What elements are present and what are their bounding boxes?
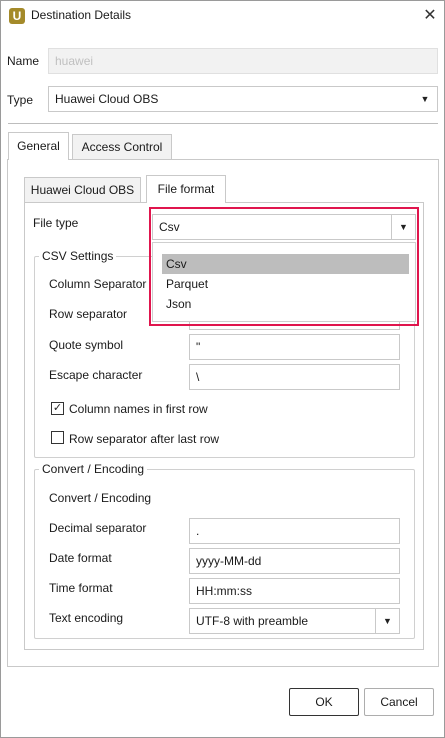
window-title: Destination Details — [31, 8, 132, 22]
name-label: Name — [7, 54, 40, 68]
convert-encoding-subtitle: Convert / Encoding — [49, 491, 152, 505]
text-encoding-label: Text encoding — [49, 611, 124, 625]
dropdown-option-json[interactable]: Json — [162, 294, 409, 314]
date-format-label: Date format — [49, 551, 112, 565]
column-names-label: Column names in first row — [69, 402, 208, 416]
dropdown-option-parquet[interactable]: Parquet — [162, 274, 409, 294]
name-input[interactable]: huawei — [48, 48, 438, 74]
column-separator-label: Column Separator — [49, 277, 147, 291]
app-icon: U — [9, 8, 25, 24]
row-separator-after-last-label: Row separator after last row — [69, 432, 220, 446]
ok-button[interactable]: OK — [289, 688, 359, 716]
divider — [8, 123, 438, 124]
convert-encoding-title: Convert / Encoding — [39, 462, 148, 476]
date-format-input[interactable]: yyyy-MM-dd — [189, 548, 400, 574]
file-type-select-value: Csv — [159, 220, 180, 234]
row-separator-label: Row separator — [49, 307, 128, 321]
column-names-checkbox[interactable]: ✓ — [51, 402, 64, 415]
time-format-label: Time format — [49, 581, 113, 595]
chevron-down-icon[interactable]: ▼ — [413, 87, 437, 111]
text-encoding-select[interactable]: UTF-8 with preamble ▼ — [189, 608, 400, 634]
type-select-value: Huawei Cloud OBS — [55, 92, 159, 106]
row-separator-after-last-checkbox[interactable] — [51, 431, 64, 444]
quote-symbol-label: Quote symbol — [49, 338, 124, 352]
quote-symbol-input[interactable]: " — [189, 334, 400, 360]
escape-character-label: Escape character — [49, 368, 143, 382]
tab-file-format[interactable]: File format — [146, 175, 226, 203]
csv-settings-title: CSV Settings — [39, 249, 117, 263]
tab-general[interactable]: General — [8, 132, 69, 160]
escape-character-input[interactable]: \ — [189, 364, 400, 390]
file-type-dropdown-list: Csv Parquet Json — [152, 242, 416, 322]
chevron-down-icon[interactable]: ▼ — [391, 215, 415, 239]
decimal-separator-input[interactable]: . — [189, 518, 400, 544]
decimal-separator-label: Decimal separator — [49, 521, 147, 535]
type-label: Type — [7, 93, 34, 107]
close-icon[interactable]: ✕ — [418, 4, 442, 28]
text-encoding-select-value: UTF-8 with preamble — [196, 614, 309, 628]
chevron-down-icon[interactable]: ▼ — [375, 609, 399, 633]
time-format-input[interactable]: HH:mm:ss — [189, 578, 400, 604]
file-type-label: File type — [33, 216, 79, 230]
file-type-select[interactable]: Csv ▼ — [152, 214, 416, 240]
type-select[interactable]: Huawei Cloud OBS ▼ — [48, 86, 438, 112]
tab-huawei-cloud-obs[interactable]: Huawei Cloud OBS — [24, 177, 141, 203]
dropdown-option-csv[interactable]: Csv — [162, 254, 409, 274]
cancel-button[interactable]: Cancel — [364, 688, 434, 716]
tab-access-control[interactable]: Access Control — [72, 134, 172, 160]
